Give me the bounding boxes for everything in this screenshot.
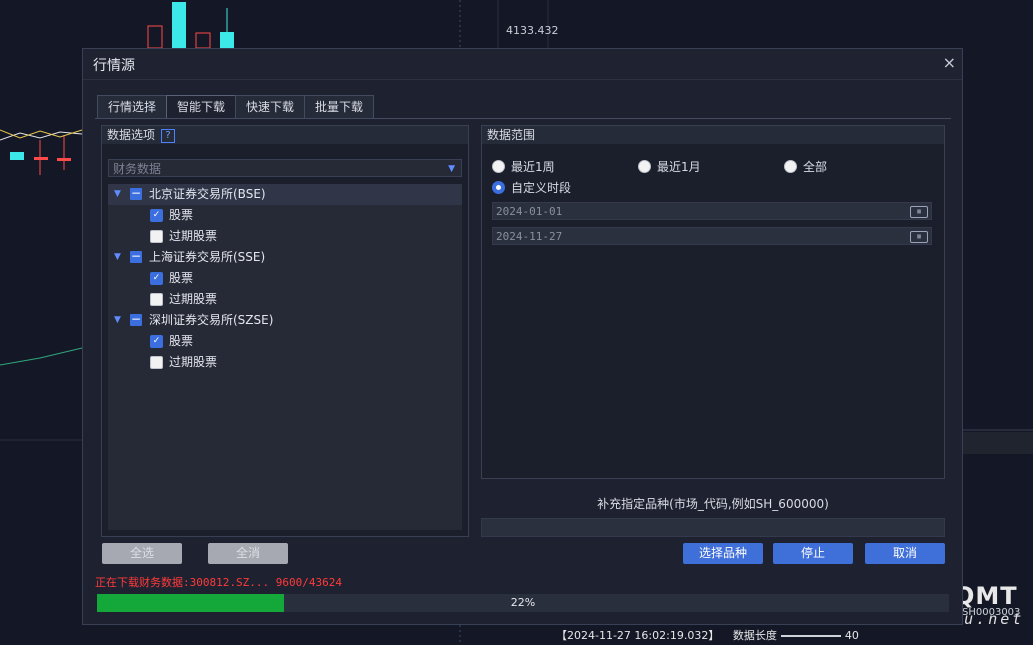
radio-unchecked[interactable] bbox=[492, 160, 505, 173]
start-date-field[interactable]: 2024-01-01 ▦ bbox=[492, 202, 932, 220]
select-all-button[interactable]: 全选 bbox=[102, 543, 182, 564]
tab-batch-download[interactable]: 批量下载 bbox=[304, 95, 375, 118]
checkbox-unchecked[interactable] bbox=[150, 293, 163, 306]
radio-label: 最近1月 bbox=[657, 160, 701, 174]
ma-line bbox=[0, 347, 83, 366]
tab-market-select[interactable]: 行情选择 bbox=[97, 95, 168, 118]
chevron-down-icon[interactable]: ▼ bbox=[448, 160, 455, 178]
tree-item-label: 过期股票 bbox=[169, 229, 218, 243]
tree-item-label: 股票 bbox=[169, 271, 194, 285]
radio-label: 最近1周 bbox=[511, 160, 555, 174]
tree-item[interactable]: ✓ 股票 bbox=[108, 268, 462, 289]
partial-check-icon[interactable]: − bbox=[130, 187, 142, 200]
radio-last-month[interactable]: 最近1月 bbox=[638, 158, 701, 176]
tree-group-label: 上海证券交易所(SSE) bbox=[149, 250, 266, 264]
progress-text: 22% bbox=[510, 596, 536, 609]
data-options-panel: 数据选项? 财务数据 ▼ ▼ − 北京证券交易所(BSE) ✓ 股票 过期股票 … bbox=[101, 125, 469, 537]
radio-checked[interactable] bbox=[492, 181, 505, 194]
checkbox-checked[interactable]: ✓ bbox=[150, 335, 163, 348]
end-date-value: 2024-11-27 bbox=[496, 230, 563, 243]
data-range-panel: 数据范围 最近1周 最近1月 全部 自定义时段 2024-01-01 ▦ 202… bbox=[481, 125, 945, 479]
end-date-field[interactable]: 2024-11-27 ▦ bbox=[492, 227, 932, 245]
data-range-header: 数据范围 bbox=[482, 126, 944, 144]
radio-unchecked[interactable] bbox=[784, 160, 797, 173]
price-label: 4133.432 bbox=[506, 24, 559, 37]
clear-all-button[interactable]: 全消 bbox=[208, 543, 288, 564]
download-progress: 22% bbox=[97, 594, 949, 612]
dialog-titlebar[interactable]: 行情源 × bbox=[83, 49, 962, 80]
tree-item-label: 股票 bbox=[169, 334, 194, 348]
data-options-header: 数据选项? bbox=[102, 126, 468, 144]
radio-label: 自定义时段 bbox=[511, 181, 572, 195]
checkbox-unchecked[interactable] bbox=[150, 230, 163, 243]
expand-icon[interactable]: ▼ bbox=[114, 184, 121, 205]
checkbox-unchecked[interactable] bbox=[150, 356, 163, 369]
tree-item[interactable]: ✓ 股票 bbox=[108, 205, 462, 226]
stop-button[interactable]: 停止 bbox=[773, 543, 853, 564]
tree-item[interactable]: 过期股票 bbox=[108, 352, 462, 373]
data-type-value: 财务数据 bbox=[113, 162, 162, 176]
radio-label: 全部 bbox=[803, 160, 828, 174]
radio-unchecked[interactable] bbox=[638, 160, 651, 173]
select-symbol-button[interactable]: 选择品种 bbox=[683, 543, 763, 564]
status-time: 【2024-11-27 16:02:19.032】 bbox=[556, 629, 720, 642]
cancel-button[interactable]: 取消 bbox=[865, 543, 945, 564]
close-icon[interactable]: × bbox=[943, 53, 956, 72]
expand-icon[interactable]: ▼ bbox=[114, 247, 121, 268]
partial-check-icon[interactable]: − bbox=[130, 313, 142, 326]
download-status: 正在下载财务数据:300812.SZ... 9600/43624 bbox=[95, 576, 342, 589]
tab-bar: 行情选择 智能下载 快速下载 批量下载 bbox=[97, 95, 375, 119]
tab-content: 数据选项? 财务数据 ▼ ▼ − 北京证券交易所(BSE) ✓ 股票 过期股票 … bbox=[95, 118, 951, 612]
tree-item[interactable]: ✓ 股票 bbox=[108, 331, 462, 352]
tree-item-label: 过期股票 bbox=[169, 292, 218, 306]
checkbox-checked[interactable]: ✓ bbox=[150, 272, 163, 285]
status-bar-line bbox=[780, 635, 841, 637]
tree-group-bse[interactable]: ▼ − 北京证券交易所(BSE) bbox=[108, 184, 462, 205]
keyboard-icon[interactable]: ▦ bbox=[910, 206, 928, 218]
tree-group-label: 北京证券交易所(BSE) bbox=[149, 187, 266, 201]
ma-line bbox=[0, 129, 83, 139]
tree-item-label: 过期股票 bbox=[169, 355, 218, 369]
radio-last-week[interactable]: 最近1周 bbox=[492, 158, 555, 176]
status-bar: 【2024-11-27 16:02:19.032】 数据长度 40 bbox=[556, 627, 859, 643]
checkbox-checked[interactable]: ✓ bbox=[150, 209, 163, 222]
tree-group-sse[interactable]: ▼ − 上海证券交易所(SSE) bbox=[108, 247, 462, 268]
keyboard-icon[interactable]: ▦ bbox=[910, 231, 928, 243]
dialog-title: 行情源 bbox=[93, 58, 135, 74]
supplement-input[interactable] bbox=[481, 518, 945, 537]
start-date-value: 2024-01-01 bbox=[496, 205, 563, 218]
status-value: 40 bbox=[844, 629, 859, 642]
data-options-title: 数据选项 bbox=[107, 128, 156, 142]
expand-icon[interactable]: ▼ bbox=[114, 310, 121, 331]
data-type-select[interactable]: 财务数据 ▼ bbox=[108, 159, 462, 177]
tree-item[interactable]: 过期股票 bbox=[108, 289, 462, 310]
tree-group-label: 深圳证券交易所(SZSE) bbox=[149, 313, 274, 327]
help-icon[interactable]: ? bbox=[161, 128, 176, 143]
radio-all[interactable]: 全部 bbox=[784, 158, 827, 176]
ma-line bbox=[0, 131, 83, 141]
tree-item-label: 股票 bbox=[169, 208, 194, 222]
tree-item[interactable]: 过期股票 bbox=[108, 226, 462, 247]
tab-quick-download[interactable]: 快速下载 bbox=[235, 95, 306, 118]
radio-custom-period[interactable]: 自定义时段 bbox=[492, 179, 571, 197]
status-label: 数据长度 bbox=[732, 629, 777, 642]
market-source-dialog: 行情源 × 行情选择 智能下载 快速下载 批量下载 数据选项? 财务数据 ▼ ▼… bbox=[82, 48, 963, 625]
tab-smart-download[interactable]: 智能下载 bbox=[166, 95, 237, 119]
supplement-label: 补充指定品种(市场_代码,例如SH_600000) bbox=[597, 497, 829, 511]
exchange-tree: ▼ − 北京证券交易所(BSE) ✓ 股票 过期股票 ▼ − 上海证券交易所(S… bbox=[108, 184, 462, 530]
partial-check-icon[interactable]: − bbox=[130, 250, 142, 263]
tree-group-szse[interactable]: ▼ − 深圳证券交易所(SZSE) bbox=[108, 310, 462, 331]
